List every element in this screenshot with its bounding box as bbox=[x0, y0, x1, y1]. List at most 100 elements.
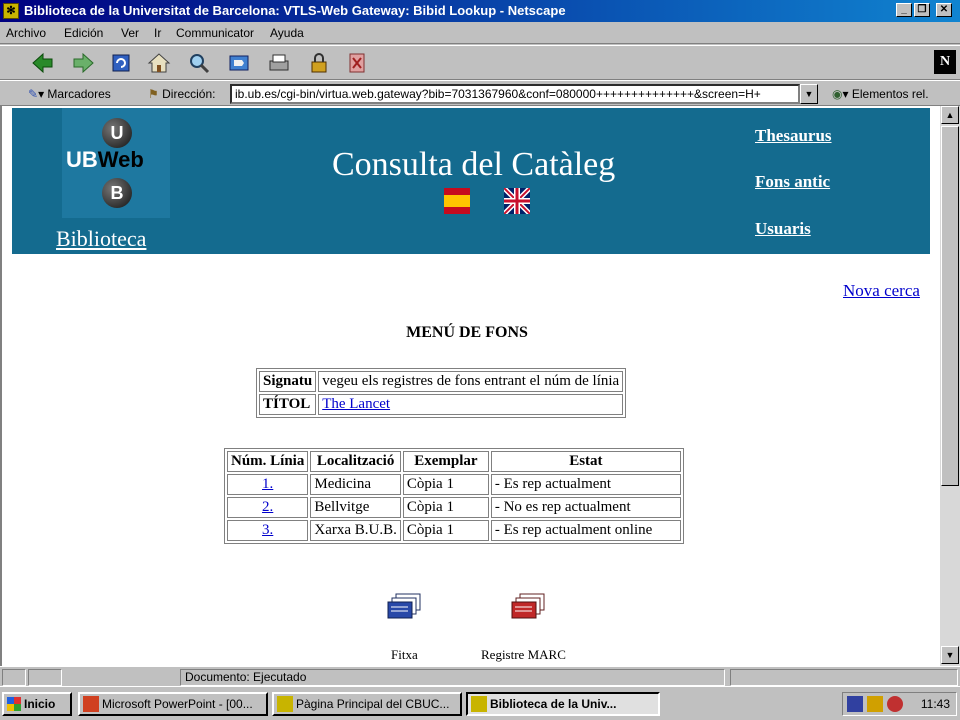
page-content: U UBWeb B Biblioteca Consulta del Catàle… bbox=[0, 106, 940, 666]
bookmarks-button[interactable]: ✎▾ Marcadores bbox=[28, 87, 111, 101]
location-cell: Medicina bbox=[310, 474, 401, 495]
logo-b-circle: B bbox=[102, 178, 132, 208]
copy-cell: Còpia 1 bbox=[402, 497, 489, 518]
logo-web-text: Web bbox=[97, 147, 144, 172]
marc-record-icon[interactable] bbox=[510, 592, 548, 624]
table-row: Signatu vegeu els registres de fons entr… bbox=[259, 371, 624, 392]
line-number-cell: 2. bbox=[227, 497, 309, 518]
fons-antic-link[interactable]: Fons antic bbox=[755, 172, 830, 192]
menu-archivo[interactable]: Archivo bbox=[6, 26, 46, 40]
start-button[interactable]: Inicio bbox=[2, 692, 72, 716]
menu-edicion[interactable]: Edición bbox=[64, 26, 103, 40]
search-button[interactable] bbox=[186, 51, 212, 75]
home-button[interactable] bbox=[146, 51, 172, 75]
netscape-app-icon[interactable]: ✻ bbox=[3, 3, 19, 19]
menu-ver[interactable]: Ver bbox=[121, 26, 139, 40]
stop-button[interactable] bbox=[344, 51, 370, 75]
reload-button[interactable] bbox=[108, 51, 134, 75]
status-cell: - No es rep actualment bbox=[490, 497, 681, 518]
maximize-button[interactable]: ❐ bbox=[914, 3, 930, 17]
signatura-value: vegeu els registres de fons entrant el n… bbox=[318, 371, 624, 392]
table-header-row: Núm. Línia Localització Exemplar Estat bbox=[227, 451, 681, 472]
status-bar: Documento: Ejecutado bbox=[0, 666, 960, 686]
fitxa-label[interactable]: Fitxa bbox=[391, 647, 418, 663]
title-label: TÍTOL bbox=[259, 394, 317, 415]
location-bar: ✎▾ Marcadores ⚑ Dirección: ib.ub.es/cgi-… bbox=[0, 80, 960, 106]
shield-icon[interactable] bbox=[847, 696, 863, 712]
navigation-toolbar: N bbox=[0, 45, 960, 80]
related-icon: ◉ bbox=[832, 87, 843, 101]
clock[interactable]: 11:43 bbox=[921, 697, 950, 711]
home-icon bbox=[147, 53, 171, 73]
task-powerpoint[interactable]: Microsoft PowerPoint - [00... bbox=[78, 692, 268, 716]
forward-button[interactable] bbox=[70, 51, 96, 75]
menu-ayuda[interactable]: Ayuda bbox=[270, 26, 304, 40]
table-row: 1. Medicina Còpia 1 - Es rep actualment bbox=[227, 474, 681, 495]
stop-icon bbox=[349, 53, 365, 73]
address-label: ⚑ Dirección: bbox=[148, 87, 215, 101]
menu-ir[interactable]: Ir bbox=[154, 26, 161, 40]
printer-icon bbox=[269, 54, 289, 71]
thesaurus-link[interactable]: Thesaurus bbox=[755, 126, 832, 146]
netscape-logo-icon: N bbox=[934, 50, 956, 74]
fitxa-card-icon[interactable] bbox=[386, 592, 424, 624]
ubweb-logo[interactable]: U UBWeb B bbox=[62, 108, 170, 218]
line-number-link[interactable]: 2. bbox=[262, 499, 273, 515]
scroll-up-button[interactable]: ▲ bbox=[941, 106, 959, 124]
minimize-button[interactable]: _ bbox=[896, 3, 912, 17]
line-number-cell: 1. bbox=[227, 474, 309, 495]
reload-icon bbox=[112, 54, 130, 72]
back-arrow-icon bbox=[32, 52, 53, 74]
scroll-down-button[interactable]: ▼ bbox=[941, 646, 959, 664]
url-input[interactable]: ib.ub.es/cgi-bin/virtua.web.gateway?bib=… bbox=[230, 84, 800, 104]
vertical-scrollbar[interactable]: ▲ ▼ bbox=[940, 106, 960, 666]
copy-cell: Còpia 1 bbox=[402, 474, 489, 495]
component-bar[interactable] bbox=[730, 669, 958, 686]
status-text: Documento: Ejecutado bbox=[180, 669, 725, 686]
related-button[interactable]: ◉▾ Elementos rel. bbox=[832, 87, 929, 101]
usuaris-link[interactable]: Usuaris bbox=[755, 219, 811, 239]
logo-ubweb-word: UBWeb bbox=[66, 147, 144, 173]
windows-taskbar: Inicio Microsoft PowerPoint - [00... Pàg… bbox=[0, 686, 960, 720]
location-cell: Bellvitge bbox=[310, 497, 401, 518]
table-row: TÍTOL The Lancet bbox=[259, 394, 624, 415]
tray-app-icon[interactable] bbox=[867, 696, 883, 712]
bookmarks-label: Marcadores bbox=[47, 87, 111, 101]
security-status-icon[interactable] bbox=[2, 669, 26, 686]
line-number-link[interactable]: 3. bbox=[262, 522, 273, 538]
line-number-link[interactable]: 1. bbox=[262, 476, 273, 492]
security-button[interactable] bbox=[306, 51, 332, 75]
table-row: 2. Bellvitge Còpia 1 - No es rep actualm… bbox=[227, 497, 681, 518]
back-button[interactable] bbox=[30, 51, 56, 75]
guide-button[interactable] bbox=[226, 51, 252, 75]
start-label: Inicio bbox=[24, 697, 56, 711]
spanish-flag-icon[interactable] bbox=[444, 188, 470, 214]
magnifier-icon[interactable] bbox=[887, 696, 903, 712]
windows-logo-icon bbox=[7, 697, 21, 711]
task-label: Biblioteca de la Univ... bbox=[490, 697, 617, 711]
print-button[interactable] bbox=[266, 51, 292, 75]
close-button[interactable]: ✕ bbox=[936, 3, 952, 17]
task-label: Pàgina Principal del CBUC... bbox=[296, 697, 450, 711]
nova-cerca-link[interactable]: Nova cerca bbox=[843, 281, 920, 301]
window-title: Biblioteca de la Universitat de Barcelon… bbox=[24, 3, 566, 18]
table-row: 3. Xarxa B.U.B. Còpia 1 - Es rep actualm… bbox=[227, 520, 681, 541]
menu-communicator[interactable]: Communicator bbox=[176, 26, 254, 40]
column-header: Estat bbox=[490, 451, 681, 472]
system-tray: 11:43 bbox=[842, 692, 957, 716]
line-number-cell: 3. bbox=[227, 520, 309, 541]
holdings-table: Núm. Línia Localització Exemplar Estat 1… bbox=[224, 448, 684, 544]
guide-icon bbox=[229, 55, 249, 71]
task-cbuc[interactable]: Pàgina Principal del CBUC... bbox=[272, 692, 462, 716]
scroll-thumb[interactable] bbox=[941, 126, 959, 486]
title-link[interactable]: The Lancet bbox=[322, 396, 390, 412]
netscape-icon bbox=[471, 696, 487, 712]
biblioteca-link[interactable]: Biblioteca bbox=[56, 226, 146, 252]
record-info-table: Signatu vegeu els registres de fons entr… bbox=[256, 368, 627, 418]
url-dropdown-button[interactable]: ▼ bbox=[800, 84, 818, 104]
marc-label[interactable]: Registre MARC bbox=[481, 647, 566, 663]
column-header: Exemplar bbox=[402, 451, 489, 472]
task-biblioteca[interactable]: Biblioteca de la Univ... bbox=[466, 692, 660, 716]
search-icon bbox=[190, 54, 210, 74]
uk-flag-icon[interactable] bbox=[504, 188, 530, 214]
